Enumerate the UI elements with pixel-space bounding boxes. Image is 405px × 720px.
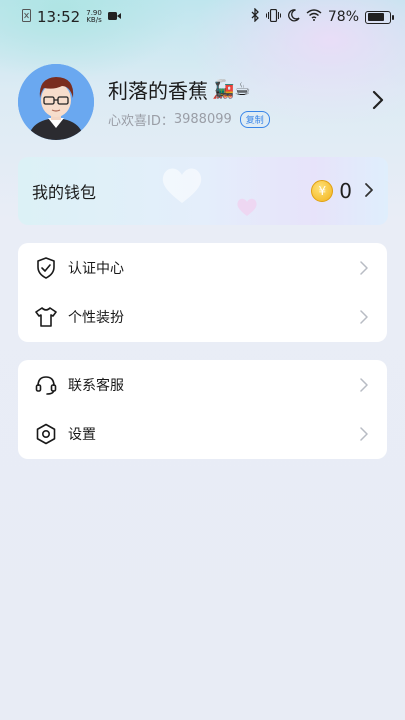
chevron-right-icon — [357, 258, 371, 278]
status-bar-left: 13:52 7.90 KB/s — [22, 8, 121, 26]
status-bar-right: 78% — [251, 7, 394, 26]
menu-card-1: 认证中心 个性装扮 — [18, 243, 387, 342]
menu-item-label: 个性装扮 — [68, 309, 124, 326]
vibrate-icon — [265, 8, 281, 26]
chevron-right-icon — [357, 375, 371, 395]
sim-icon — [22, 8, 31, 26]
clock: 13:52 — [37, 8, 81, 26]
nickname-row: 利落的香蕉 🚂☕ — [108, 75, 366, 104]
profile-info: 利落的香蕉 🚂☕ 心欢喜ID： 3988099 复制 — [108, 75, 366, 129]
wallet-label: 我的钱包 — [32, 183, 97, 202]
moon-icon — [287, 8, 300, 26]
menu-item-label: 设置 — [68, 426, 96, 443]
tshirt-icon — [34, 305, 58, 329]
battery-percent: 78% — [327, 9, 359, 25]
chevron-right-icon — [357, 424, 371, 444]
chevron-right-icon — [357, 307, 371, 327]
profile-chevron-right-icon[interactable] — [366, 87, 390, 117]
menu-item-label: 认证中心 — [68, 260, 124, 277]
video-icon — [107, 9, 121, 25]
menu-item-contact-support[interactable]: 联系客服 — [18, 360, 387, 409]
wifi-icon — [306, 9, 322, 25]
nickname: 利落的香蕉 — [108, 79, 208, 103]
user-id-label: 心欢喜ID： — [108, 114, 174, 129]
menu-card-2: 联系客服 设置 — [18, 360, 387, 459]
headset-icon — [34, 373, 58, 397]
copy-id-button[interactable]: 复制 — [239, 111, 270, 128]
avatar[interactable] — [18, 64, 94, 140]
wallet-balance: 0 — [339, 179, 352, 203]
shield-check-icon — [34, 256, 58, 280]
profile-header[interactable]: 利落的香蕉 🚂☕ 心欢喜ID： 3988099 复制 — [18, 64, 390, 140]
battery-icon — [365, 10, 394, 24]
menu-item-verification-center[interactable]: 认证中心 — [18, 243, 387, 292]
nickname-emoji: 🚂☕ — [212, 79, 251, 100]
menu-item-settings[interactable]: 设置 — [18, 409, 387, 458]
bluetooth-icon — [251, 7, 260, 26]
menu-item-label: 联系客服 — [68, 377, 124, 394]
wallet-card[interactable]: 我的钱包 ¥ 0 — [18, 157, 388, 225]
coin-icon: ¥ — [311, 180, 334, 202]
menu-item-personal-style[interactable]: 个性装扮 — [18, 292, 387, 341]
settings-icon — [34, 422, 58, 446]
network-speed-unit: KB/s — [86, 16, 102, 24]
battery-level — [367, 13, 384, 21]
user-id-row: 心欢喜ID： 3988099 复制 — [108, 110, 366, 129]
user-id-value: 3988099 — [173, 112, 232, 127]
network-speed: 7.90 KB/s — [86, 10, 102, 24]
status-bar: 13:52 7.90 KB/s 78% — [0, 0, 405, 34]
wallet-chevron-right-icon[interactable] — [364, 179, 374, 203]
